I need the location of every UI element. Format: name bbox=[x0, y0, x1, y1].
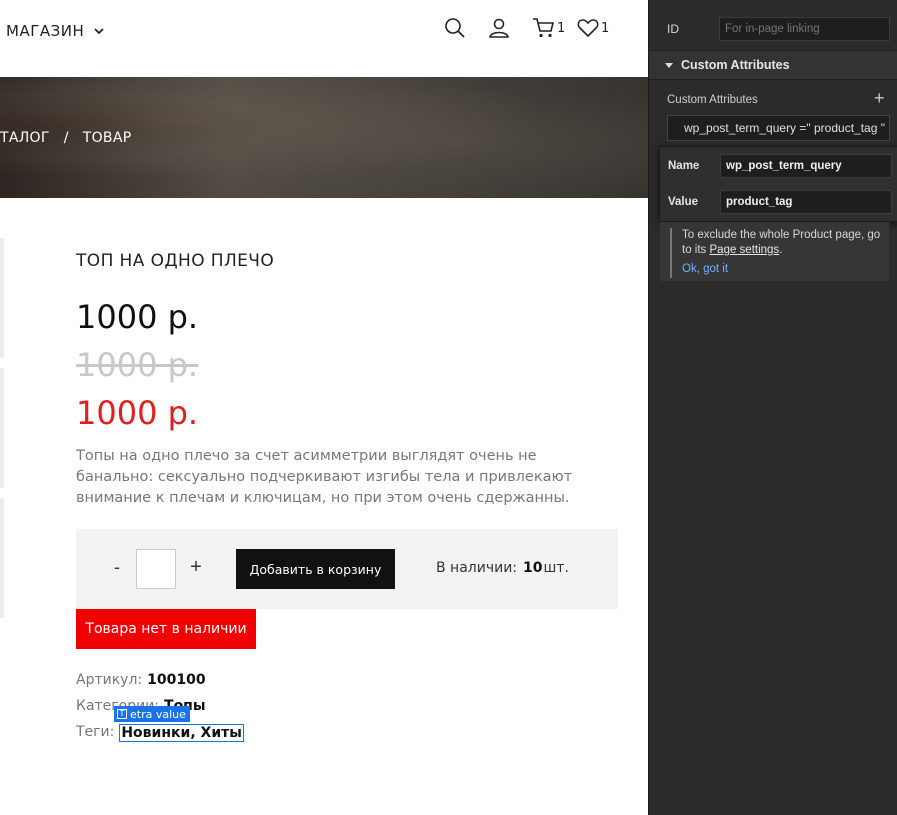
triangle-down-icon bbox=[665, 62, 673, 68]
page-canvas: МАГАЗИН 1 1 ТАЛОГ / ТОВАР ТОП НА ОДНО ПЛ… bbox=[0, 0, 648, 815]
gallery-thumbnail[interactable] bbox=[0, 238, 4, 358]
search-icon[interactable] bbox=[443, 16, 467, 40]
site-header: МАГАЗИН 1 1 bbox=[0, 0, 648, 77]
stock-label: В наличии: bbox=[436, 560, 518, 576]
product-sale-price: 1000 р. bbox=[76, 394, 199, 432]
note-text-end: . bbox=[779, 244, 783, 256]
attribute-chip[interactable]: wp_post_term_query =" product_tag " bbox=[667, 115, 890, 141]
add-attribute-button[interactable]: + bbox=[874, 88, 885, 109]
add-to-cart-button[interactable]: Добавить в корзину bbox=[236, 549, 395, 589]
page-settings-link[interactable]: Page settings bbox=[710, 244, 780, 256]
sku-value: 100100 bbox=[147, 672, 206, 688]
sku-label: Артикул: bbox=[76, 672, 143, 688]
cart-icon[interactable] bbox=[532, 16, 556, 40]
breadcrumb-catalog[interactable]: ТАЛОГ bbox=[0, 130, 50, 146]
attribute-editor-popover: Name Value bbox=[659, 146, 897, 222]
text-element-icon: T bbox=[117, 709, 127, 719]
note-text: To exclude the whole Product page, go to… bbox=[682, 228, 882, 258]
selection-badge-label: etra value bbox=[130, 707, 186, 721]
name-label: Name bbox=[668, 160, 700, 172]
chevron-down-icon bbox=[94, 28, 104, 35]
id-label: ID bbox=[667, 22, 679, 36]
gallery-thumbnail[interactable] bbox=[0, 368, 4, 488]
note-accent-bar bbox=[670, 228, 672, 278]
attribute-value-input[interactable] bbox=[720, 190, 892, 214]
nav-shop-menu[interactable]: МАГАЗИН bbox=[6, 22, 106, 40]
tags-value-selected[interactable]: Новинки, Хиты bbox=[119, 724, 244, 742]
stock-count: 10 bbox=[523, 560, 543, 576]
product-description: Топы на одно плечо за счет асимметрии вы… bbox=[76, 448, 573, 506]
breadcrumb-current: ТОВАР bbox=[82, 130, 132, 146]
quantity-input[interactable] bbox=[136, 549, 176, 589]
product-title: ТОП НА ОДНО ПЛЕЧО bbox=[76, 251, 275, 271]
product-price: 1000 р. bbox=[76, 298, 199, 336]
qty-decrease-button[interactable]: - bbox=[111, 557, 123, 578]
add-to-cart-panel: - + Добавить в корзину В наличии: 10 шт. bbox=[76, 529, 618, 609]
settings-panel: ID Custom Attributes Custom Attributes +… bbox=[648, 0, 897, 815]
gallery-thumbnail[interactable] bbox=[0, 498, 4, 618]
value-label: Value bbox=[668, 196, 699, 208]
stock-status: В наличии: 10 шт. bbox=[436, 560, 569, 576]
out-of-stock-notice: Товара нет в наличии bbox=[76, 609, 256, 649]
ok-got-it-button[interactable]: Ok, got it bbox=[682, 263, 728, 275]
id-input[interactable] bbox=[719, 17, 890, 41]
qty-increase-button[interactable]: + bbox=[188, 556, 204, 579]
heart-icon[interactable] bbox=[576, 16, 600, 40]
stock-unit: шт. bbox=[543, 560, 569, 576]
hero-banner: ТАЛОГ / ТОВАР bbox=[0, 77, 648, 198]
nav-shop-label: МАГАЗИН bbox=[6, 22, 85, 40]
user-icon[interactable] bbox=[487, 16, 511, 40]
custom-attributes-label: Custom Attributes bbox=[667, 94, 758, 106]
section-title: Custom Attributes bbox=[681, 58, 790, 72]
cart-count: 1 bbox=[557, 21, 566, 36]
breadcrumb-separator: / bbox=[63, 130, 69, 146]
attribute-name-input[interactable] bbox=[720, 154, 892, 178]
wishlist-count: 1 bbox=[601, 21, 610, 36]
tags-label: Теги: bbox=[76, 724, 115, 740]
breadcrumb: ТАЛОГ / ТОВАР bbox=[0, 130, 131, 146]
product-old-price: 1000 р. bbox=[76, 346, 199, 384]
sku-row: Артикул: 100100 bbox=[76, 672, 206, 688]
tags-row: Теги: Новинки, Хиты bbox=[76, 724, 244, 742]
info-note: To exclude the whole Product page, go to… bbox=[659, 222, 890, 282]
selection-badge: T etra value bbox=[114, 706, 190, 722]
custom-attributes-section-header[interactable]: Custom Attributes bbox=[649, 50, 897, 80]
